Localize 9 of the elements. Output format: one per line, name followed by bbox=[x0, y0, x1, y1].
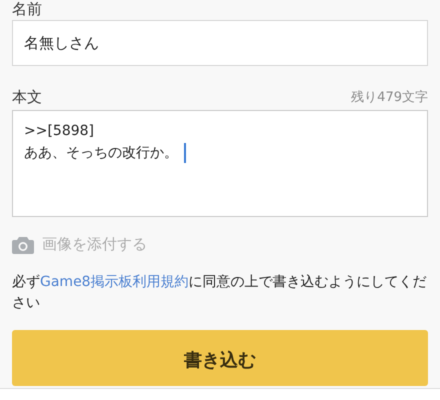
submit-button[interactable]: 書き込む bbox=[12, 330, 428, 386]
terms-notice: 必ずGame8掲示板利用規約に同意の上で書き込むようにしてください bbox=[12, 273, 428, 313]
body-field[interactable]: >>[5898] ああ、そっちの改行か。 bbox=[12, 110, 428, 217]
terms-link[interactable]: Game8掲示板利用規約 bbox=[40, 274, 189, 290]
camera-icon[interactable] bbox=[12, 236, 34, 254]
character-counter: 残り479文字 bbox=[351, 89, 428, 106]
name-label: 名前 bbox=[12, 0, 43, 18]
name-field[interactable]: 名無しさん bbox=[12, 20, 428, 66]
body-label: 本文 bbox=[12, 88, 42, 106]
